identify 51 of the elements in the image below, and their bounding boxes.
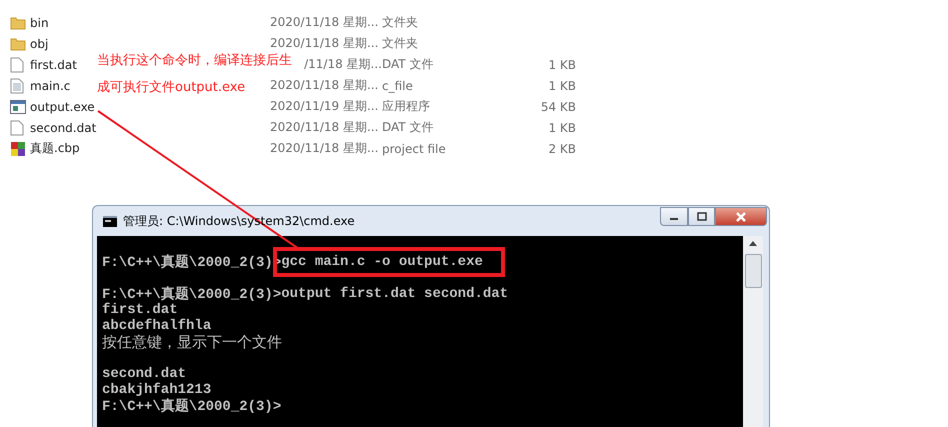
folder-icon [10,14,26,30]
close-icon [735,212,747,222]
console-command: output first.dat second.dat [281,286,508,302]
file-date: 2020/11/18 星期... [270,119,378,136]
application-icon [10,100,26,114]
console-message: 按任意键，显示下一个文件 [102,332,282,352]
file-type: 应用程序 [382,98,430,115]
console-output: F:\C++\真题\2000_2(3)> [102,397,282,415]
console-output: first.dat [102,302,178,318]
file-size: 54 KB [540,100,576,114]
file-name[interactable]: obj [30,36,48,50]
file-icon [10,56,24,72]
file-size: 1 KB [547,120,576,134]
file-name[interactable]: second.dat [30,120,96,134]
file-name[interactable]: output.exe [30,100,95,114]
project-file-icon [10,140,26,156]
annotation-text: 当执行这个命令时，编译连接后生 [97,52,292,70]
console-output: cbakjhfah1213 [102,382,212,398]
file-name[interactable]: bin [30,16,49,30]
file-type: 文件夹 [382,35,418,52]
annotation-text: 成可执行文件output.exe [97,79,246,97]
maximize-button[interactable] [688,207,715,226]
close-button[interactable] [715,207,767,226]
file-date: 2020/11/18 星期... [270,35,378,52]
file-date: /11/18 星期... [304,56,382,73]
console-output: second.dat [102,366,186,382]
console-prompt: F:\C++\真题\2000_2(3)> [102,285,282,303]
console-output: abcdefhalfhla [102,318,212,334]
file-size: 1 KB [547,58,576,72]
file-name[interactable]: first.dat [30,58,77,72]
file-date: 2020/11/18 星期... [270,77,378,94]
file-type: project file [382,142,446,156]
file-type: c_file [382,78,413,92]
file-date: 2020/11/18 星期... [270,140,378,157]
file-type: 文件夹 [382,14,418,31]
scrollbar[interactable] [743,236,763,427]
file-size: 1 KB [547,78,576,92]
scroll-thumb[interactable] [744,254,762,288]
file-type: DAT 文件 [382,56,434,73]
console-icon [103,216,117,226]
file-icon [10,120,24,136]
file-size: 2 KB [547,142,576,156]
file-date: 2020/11/19 星期... [270,98,378,115]
minimize-button[interactable] [660,207,688,226]
file-date: 2020/11/18 星期... [270,14,378,31]
file-name[interactable]: main.c [30,78,70,92]
folder-icon [10,36,26,52]
maximize-icon [696,212,706,221]
file-name[interactable]: 真题.cbp [30,140,80,157]
text-file-icon [10,78,24,94]
file-type: DAT 文件 [382,119,434,136]
